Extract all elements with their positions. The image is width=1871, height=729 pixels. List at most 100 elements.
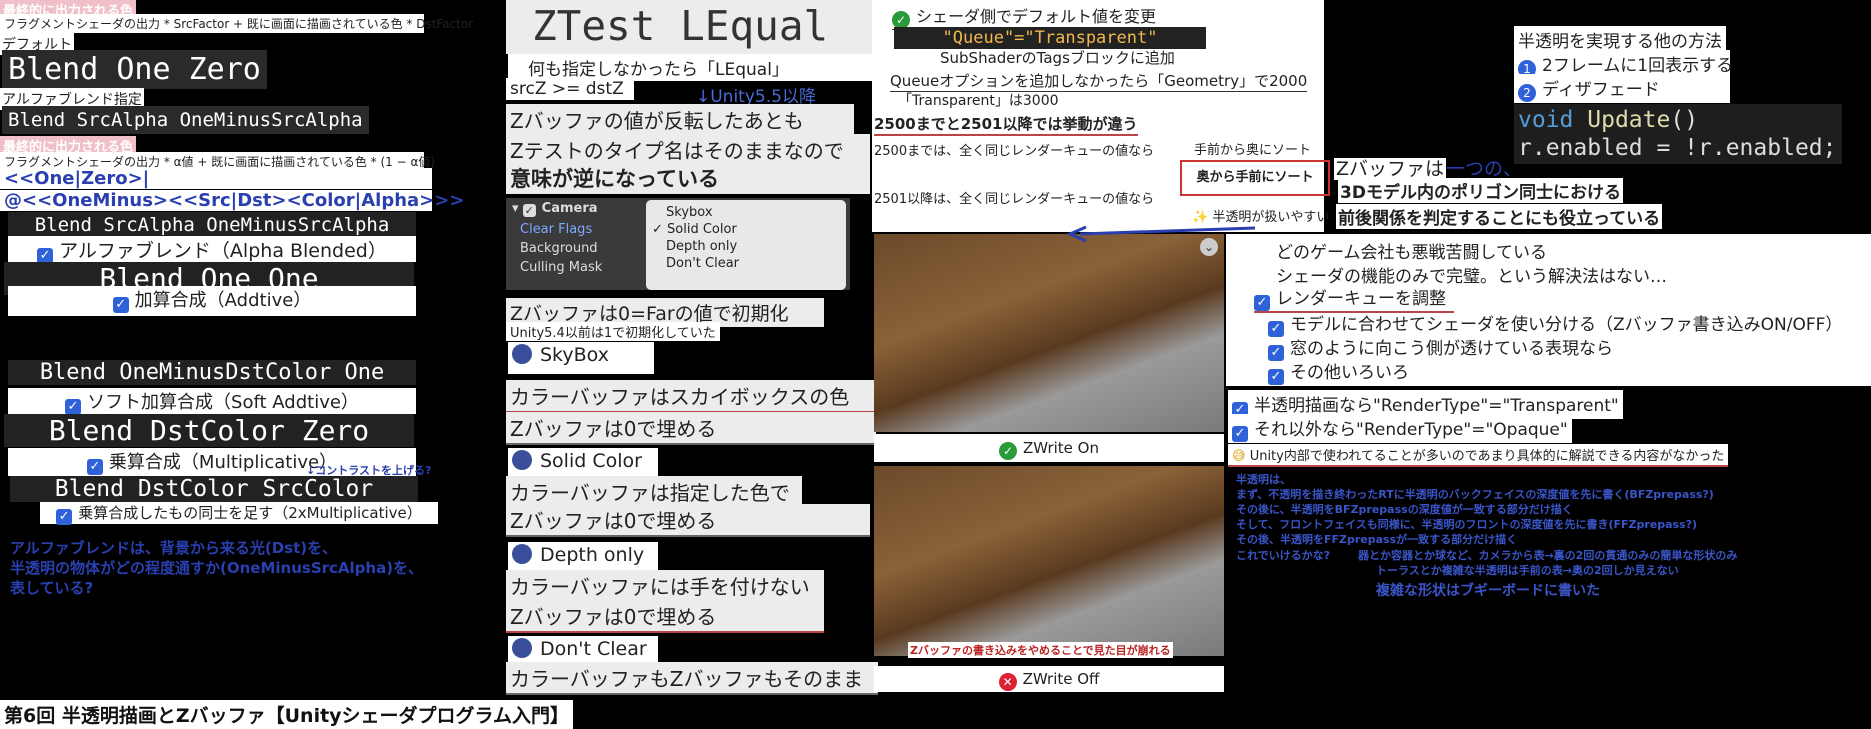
note-b: 器とか容器とか球など、カメラから表→裏の2回の貫通のみの簡単な形状のみ <box>1358 549 1738 562</box>
checkbox-icon: ✓ <box>1232 426 1248 442</box>
skybox-heading: SkyBox <box>508 342 654 374</box>
ztest-typename: Zテストのタイプ名はそのままなので <box>506 134 870 165</box>
check-circle-icon: ✓ <box>999 442 1018 460</box>
additive-label: 加算合成（Addtive） <box>134 290 312 311</box>
menu-item-solid-color[interactable]: ✓ Solid Color <box>646 221 846 238</box>
meaning-opposite: 意味が逆になっている <box>506 162 870 194</box>
camera-header: ▾ ✓ Camera <box>506 198 648 220</box>
additive-option[interactable]: ✓ 加算合成（Addtive） <box>8 286 416 316</box>
depth-only-color: カラーバッファには手を付けない <box>506 570 824 603</box>
zbuffer-reversed: Zバッファの値が反転したあとも <box>506 104 854 137</box>
alpha-blended-option[interactable]: ✓ アルファブレンド（Alpha Blended） <box>8 236 416 264</box>
option-other[interactable]: ✓ その他いろいろ <box>1268 358 1409 385</box>
prepass-note: その後に、半透明をBFZprepassの深度値が一致する部分だけ描く <box>1236 503 1573 516</box>
note-line-2: 半透明の物体がどの程度通すか(OneMinusSrcAlpha)を、 <box>10 559 424 577</box>
checkbox-icon: ✓ <box>1268 369 1284 385</box>
rendertype-opaque-label: それ以外なら"RenderType"="Opaque" <box>1254 420 1568 440</box>
srcz-formula: srcZ >= dstZ <box>506 78 634 100</box>
semitransparent-handle-row: ✨ 半透明が扱いやすい <box>1192 206 1329 225</box>
menu-item-depth-only[interactable]: Depth only <box>646 238 846 255</box>
unity54-note: Unity5.4以前は1で初期化していた <box>506 322 720 341</box>
dont-clear-label: Don't Clear <box>540 638 647 660</box>
clear-flags-dropdown[interactable]: Skybox ✓ Solid Color Depth only Don't Cl… <box>646 200 846 290</box>
front-to-back: 手前から奥にソート <box>1194 143 1312 158</box>
culling-mask-label[interactable]: Culling Mask <box>506 258 648 277</box>
depth-only-z: Zバッファは0で埋める <box>506 600 824 633</box>
prepass-notes: 半透明は、 まず、不透明を描き終わったRTに半透明のバックフェイスの深度値を先に… <box>1236 472 1714 547</box>
zwrite-off-label: ZWrite Off <box>1022 670 1100 688</box>
solid-color-label: Solid Color <box>540 450 642 472</box>
struggle-note: どのゲーム会社も悪戦苦闘している <box>1276 243 1547 263</box>
note-a: これでいけるかな? <box>1236 549 1331 562</box>
behavior-diff: 2500までと2501以降では挙動が違う <box>874 113 1138 136</box>
bullet-icon <box>512 344 532 364</box>
option-window[interactable]: ✓ 窓のように向こう側が透けている表現なら <box>1268 334 1613 361</box>
until-2500-note: 2500までは、全く同じレンダーキューの値なら <box>874 144 1155 159</box>
ztest-title: ZTest LEqual <box>532 2 829 50</box>
camera-arrow-icon: ▾ <box>512 201 523 216</box>
blend-srcalpha-1: Blend SrcAlpha OneMinusSrcAlpha <box>2 106 369 134</box>
internal-note-row: 😅 Unity内部で使われてることが多いのであまり具体的に解説できる内容がなかっ… <box>1228 444 1729 467</box>
prepass-note: まず、不透明を描き終わったRTに半透明のバックフェイスの深度値を先に書く(BFZ… <box>1236 488 1714 501</box>
blend-dst-src: Blend DstColor SrcColor <box>10 476 418 502</box>
sparkle-icon: ✨ <box>1192 210 1213 225</box>
nothing-specified: 何も指定しなかったら「LEqual」 <box>508 54 878 81</box>
rendertype-opaque[interactable]: ✓ それ以外なら"RenderType"="Opaque" <box>1228 414 1572 443</box>
clear-flags-label[interactable]: Clear Flags <box>506 220 648 239</box>
multiplicative2-option[interactable]: ✓ 乗算合成したもの同士を足す（2xMultiplicative） <box>40 502 438 525</box>
method2-label: ディザフェード <box>1542 80 1660 100</box>
option-window-label: 窓のように向こう側が透けている表現なら <box>1290 339 1613 359</box>
queue-option-note: Queueオプションを追加しなかったら「Geometry」で2000 <box>890 72 1308 92</box>
rendertype-transparent-label: 半透明描画なら"RenderType"="Transparent" <box>1254 396 1619 416</box>
bullet-icon <box>512 638 532 658</box>
camera-inspector: ▾ ✓ Camera Clear Flags Background Culling… <box>506 198 648 290</box>
skybox-z: Zバッファは0で埋める <box>506 412 876 445</box>
cross-circle-icon: ✕ <box>998 673 1017 691</box>
camera-label: Camera <box>541 201 598 216</box>
checkbox-icon: ✓ <box>65 399 82 415</box>
prepass-note: そして、フロントフェイスも同様に、半透明のフロントの深度値を先に書き(FFZpr… <box>1236 518 1698 531</box>
note-d: 複雑な形状はブギーボードに書いた <box>1376 583 1600 599</box>
zbuffer-line-1: Zバッファは 一つの、 <box>1334 154 1522 181</box>
prepass-note: その後、半透明をFFZprepassが一致する部分だけ描く <box>1236 533 1518 546</box>
zwrite-on-row: ✓ ZWrite On <box>874 434 1224 462</box>
internal-note-label: Unity内部で使われてることが多いのであまり具体的に解説できる内容がなかった <box>1249 449 1725 464</box>
menu-item-solid-color-label: Solid Color <box>667 222 737 237</box>
option-render-queue[interactable]: ✓ レンダーキューを調整 <box>1254 284 1454 313</box>
shader-default-label: シェーダ側でデフォルト値を変更 <box>916 7 1157 26</box>
option-shader-switch[interactable]: ✓ モデルに合わせてシェーダを使い分ける（Zバッファ書き込みON/OFF） <box>1268 310 1842 337</box>
method2-row: 2 ディザフェード <box>1514 74 1730 103</box>
back-to-front: 奥から手前にソート <box>1180 160 1330 196</box>
semitransparent-handle-label: 半透明が扱いやすい <box>1212 210 1330 225</box>
menu-item-skybox[interactable]: Skybox <box>646 204 846 221</box>
blend-srcalpha-2: Blend SrcAlpha OneMinusSrcAlpha <box>8 212 416 238</box>
checkbox-icon: ✓ <box>1254 295 1270 311</box>
solid-color-z: Zバッファは0で埋める <box>506 504 870 537</box>
note-line-3: 表している? <box>10 579 94 597</box>
subshader-note: SubShaderのTagsブロックに追加 <box>940 49 1175 67</box>
transparent-3000-note: 「Transparent」は3000 <box>898 93 1059 109</box>
multiplicative2-label: 乗算合成したもの同士を足す（2xMultiplicative） <box>78 504 422 522</box>
soft-additive-label: ソフト加算合成（Soft Addtive） <box>87 392 359 413</box>
checkbox-icon: ✓ <box>56 509 73 525</box>
bullet-icon <box>512 450 532 470</box>
zbuffer-line-2: 3Dモデル内のポリゴン同士における <box>1338 178 1623 203</box>
checkmark-icon: ✓ <box>652 222 668 237</box>
method1-label: 2フレームに1回表示する <box>1542 56 1734 76</box>
zbuffer-line-3: 前後関係を判定することにも役立っている <box>1336 204 1663 229</box>
depth-only-label: Depth only <box>540 544 645 566</box>
skybox-color: カラーバッファはスカイボックスの色 <box>506 380 876 413</box>
bullet-icon <box>512 544 532 564</box>
camera-checkbox[interactable]: ✓ <box>522 204 536 217</box>
background-label[interactable]: Background <box>506 239 648 258</box>
shader-default-row: ✓ シェーダ側でデフォルト値を変更 <box>892 3 1177 30</box>
code-line-1: void Update() <box>1518 107 1699 133</box>
alpha-blend-note: アルファブレンドは、背景から来る光(Dst)を、 半透明の物体がどの程度通すか(… <box>10 538 423 598</box>
menu-item-dont-clear[interactable]: Don't Clear <box>646 255 846 272</box>
zbuffer-label: Zバッファは <box>1334 158 1447 180</box>
grammar-line-2: @<<OneMinus><<Src|Dst><Color|Alpha>>> <box>0 190 464 211</box>
code-line-2: r.enabled = !r.enabled; <box>1518 135 1837 161</box>
checkbox-icon: ✓ <box>86 459 103 475</box>
soft-additive-option[interactable]: ✓ ソフト加算合成（Soft Addtive） <box>8 388 416 415</box>
multiplicative-label: 乗算合成（Multiplicative） <box>108 452 338 473</box>
